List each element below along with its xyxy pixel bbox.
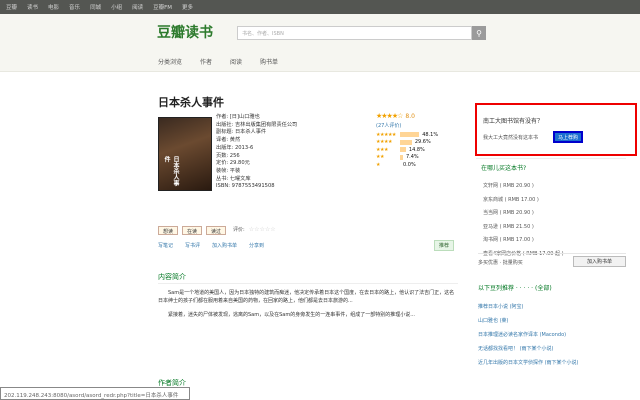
rating-pct-4: 29.6% — [414, 139, 431, 146]
info-author[interactable]: 作者: [日]山口雅也 — [216, 114, 366, 122]
subnav-author[interactable]: 作者 — [200, 57, 212, 66]
store-list: 文轩网 ( RMB 20.90 ) 京东商城 ( RMB 17.00 ) 当当网… — [483, 180, 564, 261]
intro-paragraph: 紧接着，迷失的尸体被发现，逃离的Sam，以及在Sam的身旁发生的一连串事件，组成… — [168, 312, 415, 318]
search-icon: ⚲ — [476, 28, 482, 38]
want-read-button[interactable]: 想读 — [158, 226, 179, 235]
book-actions: 想读 在读 读过 评价: ☆☆☆☆☆ — [158, 226, 276, 235]
store-item[interactable]: 当当网 ( RMB 20.90 ) — [483, 207, 564, 221]
rating-votes[interactable]: (27人评价) — [376, 122, 466, 129]
search-input[interactable]: 书名、作者、ISBN — [237, 26, 472, 40]
divider — [158, 283, 458, 284]
rating-bar-5 — [400, 132, 420, 138]
rating-stars: ★★★★☆ — [376, 112, 403, 120]
add-to-cart-button[interactable]: 加入购书单 — [573, 256, 626, 267]
subnav-cart[interactable]: 购书单 — [260, 57, 278, 66]
subnav-read[interactable]: 阅读 — [230, 57, 242, 66]
nav-book[interactable]: 读书 — [27, 3, 38, 11]
nav-read[interactable]: 阅读 — [132, 3, 143, 11]
rating-row-1: ★ 0.0% — [376, 161, 416, 168]
rating-pct-3: 14.8% — [408, 146, 425, 153]
rating-bar-4 — [400, 139, 412, 145]
search-button[interactable]: ⚲ — [472, 26, 486, 40]
rating-row-2: ★★ 7.4% — [376, 154, 419, 161]
info-series[interactable]: 丛书: 七曜文库 — [216, 176, 366, 184]
nav-douban[interactable]: 豆瓣 — [6, 3, 17, 11]
store-item[interactable]: 亚马逊 ( RMB 21.50 ) — [483, 221, 564, 235]
site-logo[interactable]: 豆瓣读书 — [157, 22, 213, 42]
store-item[interactable]: 京东商城 ( RMB 17.00 ) — [483, 194, 564, 208]
nav-location[interactable]: 同城 — [90, 3, 101, 11]
recommend-button[interactable]: 推荐 — [434, 240, 455, 251]
where-to-buy-heading: 在哪儿买这本书? — [481, 165, 527, 172]
info-isbn: ISBN: 9787553491508 — [216, 183, 275, 190]
info-year: 出版年: 2013-6 — [216, 144, 254, 151]
info-price: 定价: 29.80元 — [216, 160, 250, 167]
book-info: 作者: [日]山口雅也 出版社: 吉林出版集团有限责任公司 副标题: 日本杀人事… — [216, 114, 366, 191]
doulist-item[interactable]: 近几年出版的日本文学侦探作 (雨下某个小说) — [478, 356, 579, 370]
store-item[interactable]: 淘书网 ( RMB 17.00 ) — [483, 234, 564, 248]
doulist-list: 推荐日本小说 (阿宝) 山口雅也 (莱) 日本推理迷必读名家作译本 (Macon… — [478, 300, 579, 370]
add-to-cart-link[interactable]: 加入购书单 — [212, 242, 237, 249]
intro-paragraph: Sam是一个地道的美国人，因为日本独特的建筑而痴迷，他决定传承着日本这个国度，在… — [158, 290, 455, 304]
rating-pct-5: 48.1% — [422, 131, 439, 138]
reading-button[interactable]: 在读 — [182, 226, 203, 235]
book-cover[interactable]: 日本杀人事件 — [158, 117, 212, 191]
cover-title: 日本杀人事件 — [163, 156, 179, 186]
sub-navigation: 分类浏览 作者 阅读 购书单 — [0, 50, 640, 72]
brand-bar: 豆瓣读书 书名、作者、ISBN ⚲ — [0, 14, 640, 50]
rating-row-5: ★★★★★ 48.1% — [376, 131, 439, 138]
store-item[interactable]: 文轩网 ( RMB 20.90 ) — [483, 180, 564, 194]
doulist-item[interactable]: 无话都找找看吧！ (雨下某个小说) — [478, 342, 579, 356]
subnav-category[interactable]: 分类浏览 — [158, 57, 182, 66]
rate-stars-input[interactable]: ☆☆☆☆☆ — [249, 226, 276, 235]
intro-heading: 内容简介 — [158, 273, 186, 281]
rating-panel: ★★★★☆ 8.0 (27人评价) ★★★★★ 48.1% ★★★★ 29.6% ★★… — [376, 112, 466, 169]
library-ask-title: 南工大图书馆有没有？ — [483, 118, 544, 125]
nav-movie[interactable]: 电影 — [48, 3, 59, 11]
share-link[interactable]: 分享到 — [249, 242, 264, 249]
library-ask-box — [475, 103, 637, 156]
nav-more[interactable]: 更多 — [182, 3, 193, 11]
browser-status-bar: 202.119.248.243:8080/asord/asord_redr.ph… — [0, 387, 190, 400]
nav-fm[interactable]: 豆瓣FM — [153, 3, 172, 11]
doulist-item[interactable]: 山口雅也 (莱) — [478, 314, 579, 328]
doulist-item[interactable]: 日本推理迷必读名家作译本 (Macondo) — [478, 328, 579, 342]
nav-group[interactable]: 小组 — [111, 3, 122, 11]
top-navigation: 豆瓣 读书 电影 音乐 同城 小组 阅读 豆瓣FM 更多 — [0, 0, 640, 14]
rate-label: 评价: — [233, 227, 245, 233]
rating-row-4: ★★★★ 29.6% — [376, 139, 431, 146]
write-review-link[interactable]: 写书评 — [185, 242, 200, 249]
read-button[interactable]: 读过 — [206, 226, 227, 235]
doulist-heading: 以下豆列推荐 · · · · · (全部) — [478, 285, 552, 292]
write-note-link[interactable]: 写笔记 — [158, 242, 173, 249]
doulist-item[interactable]: 推荐日本小说 (阿宝) — [478, 300, 579, 314]
rating-score: 8.0 — [405, 112, 415, 120]
info-binding: 装帧: 平装 — [216, 167, 241, 174]
intro-text: Sam是一个地道的美国人，因为日本独特的建筑而痴迷，他决定传承着日本这个国度，在… — [158, 289, 458, 319]
info-translator[interactable]: 译者: 黄然 — [216, 137, 366, 145]
info-subtitle: 副标题: 日本杀人事件 — [216, 129, 267, 136]
rating-pct-1: 0.0% — [403, 161, 416, 168]
rating-bar-2 — [400, 154, 403, 160]
library-ask-text: 我大工大竟然没有这本书 — [483, 135, 539, 141]
divider — [476, 158, 626, 159]
book-links: 写笔记 写书评 加入购书单 分享到 — [158, 242, 264, 249]
rating-bar-3 — [400, 147, 406, 153]
rating-pct-2: 7.4% — [405, 154, 419, 161]
recommend-purchase-button[interactable]: 马上荐购 — [553, 131, 583, 143]
rating-row-3: ★★★ 14.8% — [376, 146, 425, 153]
nav-music[interactable]: 音乐 — [69, 3, 80, 11]
book-title: 日本杀人事件 — [158, 96, 224, 109]
